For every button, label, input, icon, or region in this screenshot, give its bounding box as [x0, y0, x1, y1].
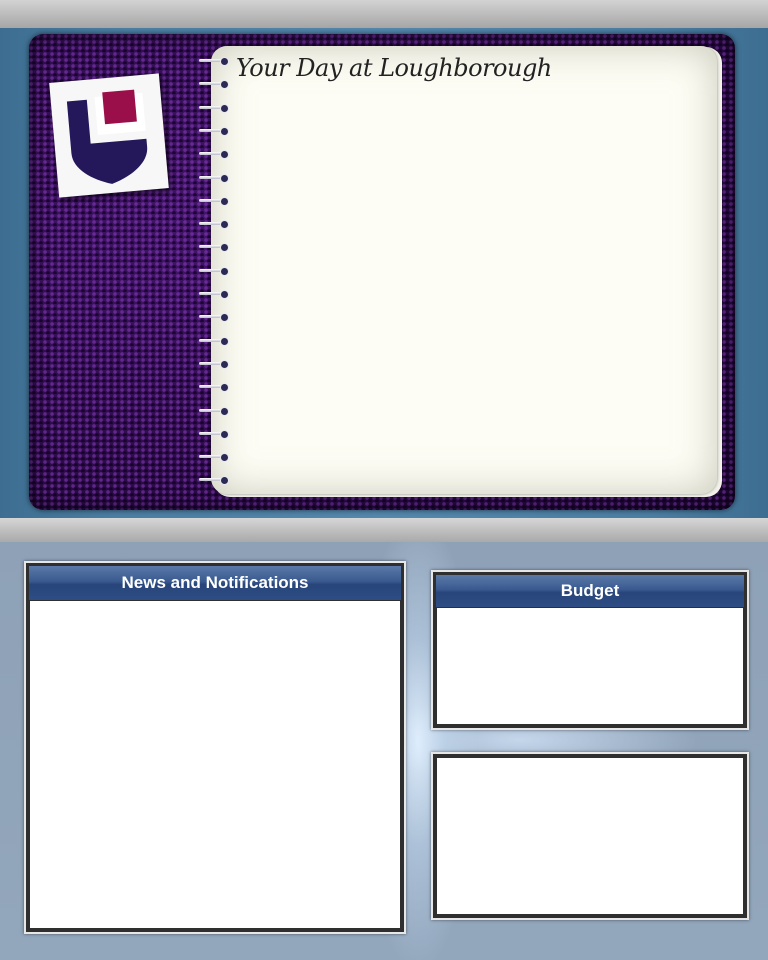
top-bar [0, 0, 768, 28]
binding-ring [199, 406, 229, 416]
binding-ring [199, 80, 229, 90]
binding-ring [199, 266, 229, 276]
divider-bar [0, 518, 768, 542]
binding-ring [199, 243, 229, 253]
binding-ring [199, 196, 229, 206]
news-panel: News and Notifications [24, 561, 406, 934]
binding-ring [199, 313, 229, 323]
binding-ring [199, 429, 229, 439]
empty-panel-body [437, 758, 743, 914]
binding-ring [199, 383, 229, 393]
notebook-title: Your Day at Loughborough [236, 54, 552, 82]
notebook-page [211, 46, 717, 494]
binding-ring [199, 220, 229, 230]
binding-ring [199, 359, 229, 369]
binding-ring [199, 476, 229, 486]
binding-ring [199, 290, 229, 299]
binding-ring [199, 126, 229, 136]
empty-panel [431, 752, 749, 920]
binding-ring [199, 336, 229, 346]
binding-ring [199, 173, 229, 183]
binding-ring [199, 453, 229, 463]
binding-ring [199, 57, 229, 66]
news-panel-body [30, 601, 400, 928]
news-panel-header: News and Notifications [29, 566, 401, 600]
binding-ring [199, 103, 229, 113]
shield-logo-icon [66, 89, 148, 184]
budget-panel-header: Budget [436, 575, 744, 607]
budget-panel: Budget [431, 570, 749, 730]
university-logo [49, 73, 169, 198]
spiral-binding [199, 57, 231, 488]
binding-ring [199, 150, 229, 160]
budget-panel-body [437, 608, 743, 724]
